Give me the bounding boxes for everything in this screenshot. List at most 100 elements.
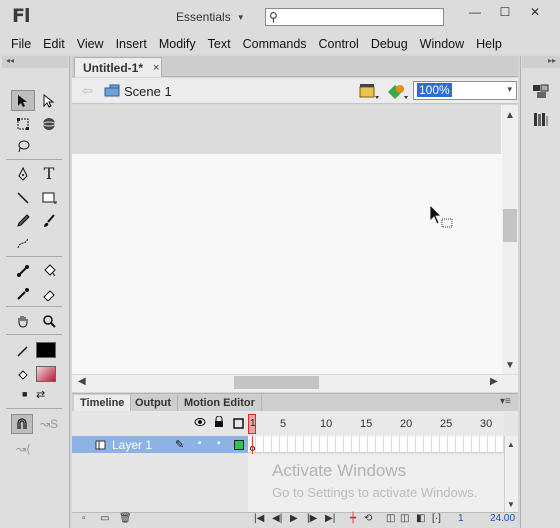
zoom-icon[interactable]	[37, 310, 61, 331]
frame-rate-value[interactable]: 24.00	[490, 513, 515, 524]
stage-vertical-scroll-thumb[interactable]	[503, 209, 517, 242]
deco-icon[interactable]	[11, 232, 35, 253]
menu-text[interactable]: Text	[202, 37, 237, 51]
tab-motion-editor[interactable]: Motion Editor	[178, 395, 262, 411]
library-panel-icon[interactable]	[532, 111, 550, 132]
panel-menu-icon[interactable]: ▾≡	[500, 396, 511, 407]
new-folder-icon[interactable]: ▭	[100, 513, 109, 524]
center-frame-icon[interactable]: ┿	[350, 513, 356, 524]
outline-icon[interactable]	[233, 418, 244, 432]
lasso-icon[interactable]	[11, 135, 35, 156]
line-icon[interactable]	[11, 187, 35, 208]
zoom-select[interactable]: 100% ▾	[413, 81, 517, 100]
new-layer-icon[interactable]: ▫	[82, 513, 86, 524]
menu-debug[interactable]: Debug	[365, 37, 414, 51]
swap-colors-icon[interactable]: ⇄	[36, 388, 45, 401]
activate-windows-title: Activate Windows	[272, 461, 407, 480]
go-to-first-frame-icon[interactable]: |◀	[254, 513, 264, 524]
paint-bucket-icon[interactable]	[37, 260, 61, 281]
delete-layer-icon[interactable]: 🗑	[119, 513, 132, 524]
menu-window[interactable]: Window	[414, 37, 470, 51]
tab-output[interactable]: Output	[129, 395, 179, 411]
scroll-down-icon[interactable]: ▼	[505, 360, 515, 371]
back-arrow-icon[interactable]: ⇦	[82, 83, 93, 99]
eraser-icon[interactable]	[37, 283, 61, 304]
current-frame-value[interactable]: 1	[458, 513, 464, 524]
edit-multiple-frames-icon[interactable]: ◧	[416, 513, 425, 524]
go-to-last-frame-icon[interactable]: ▶|	[325, 513, 335, 524]
loop-icon[interactable]: ⟲	[364, 513, 372, 524]
tools-divider	[6, 159, 62, 160]
color-panel-icon[interactable]	[532, 82, 550, 103]
layer-name[interactable]: Layer 1	[112, 438, 152, 452]
pen-icon[interactable]	[11, 163, 35, 184]
scroll-right-icon[interactable]: ▶	[490, 376, 498, 387]
lock-dot[interactable]: •	[217, 438, 221, 449]
rectangle-icon[interactable]	[37, 187, 61, 208]
stroke-color-icon[interactable]	[11, 340, 35, 361]
close-window-button[interactable]: ✕	[520, 0, 550, 24]
smooth-icon[interactable]: ↝S	[40, 417, 58, 431]
scroll-up-icon[interactable]: ▲	[507, 440, 515, 449]
snap-magnet-icon[interactable]	[11, 414, 33, 434]
onion-skin-icon[interactable]: ◫	[386, 513, 395, 524]
menu-modify[interactable]: Modify	[153, 37, 202, 51]
step-back-icon[interactable]: ◀|	[272, 513, 282, 524]
layer-outline-color[interactable]	[234, 440, 244, 450]
menu-control[interactable]: Control	[313, 37, 365, 51]
menu-view[interactable]: View	[71, 37, 110, 51]
minimize-button[interactable]: —	[460, 0, 490, 24]
visibility-dot[interactable]: •	[198, 438, 202, 449]
activate-windows-subtitle: Go to Settings to activate Windows.	[272, 485, 478, 500]
fill-color-swatch[interactable]	[36, 366, 56, 382]
selection-tool-icon[interactable]	[11, 90, 35, 111]
search-input[interactable]: ⚲	[265, 8, 444, 26]
stroke-color-swatch[interactable]	[36, 342, 56, 358]
eyedropper-icon[interactable]	[11, 283, 35, 304]
menu-file[interactable]: File	[5, 37, 37, 51]
straighten-icon[interactable]: ↝⟨	[16, 442, 31, 456]
frame-ruler[interactable]	[248, 412, 504, 436]
default-colors-icon[interactable]: ■	[22, 389, 27, 399]
onion-skin-outlines-icon[interactable]: ◫	[400, 513, 409, 524]
scroll-left-icon[interactable]: ◀	[78, 376, 86, 387]
layer-list-empty-area	[72, 454, 248, 512]
scroll-up-icon[interactable]: ▲	[505, 110, 515, 121]
maximize-button[interactable]: ☐	[490, 0, 520, 24]
brush-icon[interactable]	[37, 210, 61, 231]
document-tab[interactable]: Untitled-1* ×	[74, 57, 162, 77]
close-tab-button[interactable]: ×	[153, 62, 159, 74]
menu-insert[interactable]: Insert	[110, 37, 153, 51]
step-forward-icon[interactable]: |▶	[307, 513, 317, 524]
text-icon[interactable]: T	[37, 163, 61, 184]
playhead-frame-number: 1	[250, 418, 256, 429]
tools-panel-header[interactable]: ◂◂	[2, 56, 68, 68]
hand-icon[interactable]	[11, 310, 35, 331]
stage-horizontal-scroll-thumb[interactable]	[234, 376, 319, 389]
menu-commands[interactable]: Commands	[237, 37, 313, 51]
scene-label[interactable]: Scene 1	[124, 84, 172, 99]
tools-divider	[6, 306, 62, 307]
layer-frames[interactable]	[248, 436, 504, 453]
lock-icon[interactable]	[214, 415, 224, 431]
right-panel-header[interactable]: ▸▸	[522, 56, 560, 68]
scene-icon	[104, 84, 120, 98]
menu-help[interactable]: Help	[470, 37, 508, 51]
edit-scene-icon[interactable]	[358, 82, 380, 100]
modify-markers-icon[interactable]: [·]	[432, 513, 441, 524]
eye-icon[interactable]	[194, 417, 206, 430]
tab-timeline[interactable]: Timeline	[74, 395, 132, 411]
play-icon[interactable]: ▶	[290, 513, 298, 524]
menu-edit[interactable]: Edit	[37, 37, 71, 51]
bone-icon[interactable]	[11, 260, 35, 281]
edit-symbols-icon[interactable]	[386, 82, 410, 100]
edit-layer-pencil-icon: ✎	[175, 439, 185, 451]
pencil-icon[interactable]	[11, 210, 35, 231]
3d-rotation-icon[interactable]	[37, 113, 61, 134]
scroll-down-icon[interactable]: ▼	[507, 500, 515, 509]
free-transform-icon[interactable]	[11, 113, 35, 134]
menu-bar: File Edit View Insert Modify Text Comman…	[0, 34, 560, 54]
fill-color-icon[interactable]	[11, 364, 35, 385]
subselection-tool-icon[interactable]	[37, 90, 61, 111]
workspace-switcher[interactable]: Essentials ▼	[168, 6, 258, 28]
